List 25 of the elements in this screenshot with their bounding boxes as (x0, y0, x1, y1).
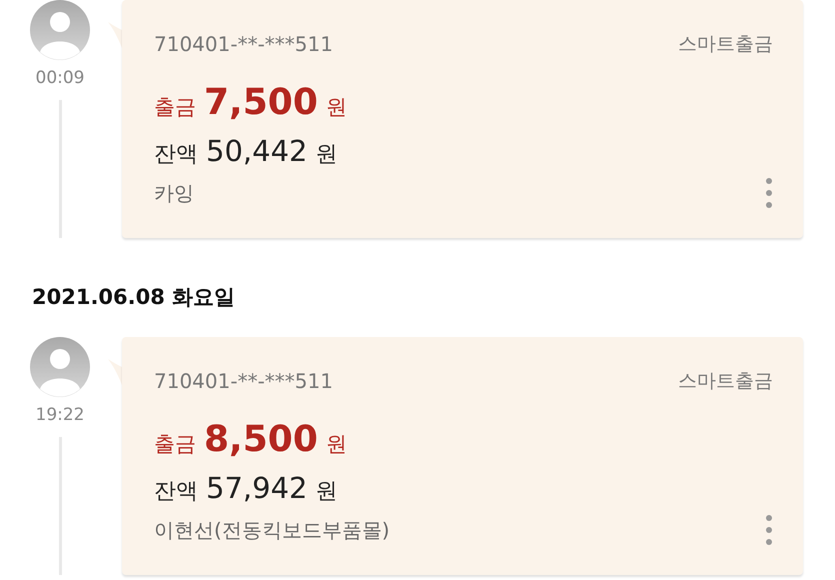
balance-amount: 57,942 (206, 470, 308, 507)
transaction-time: 19:22 (36, 404, 84, 427)
transaction-amount: 7,500 (204, 81, 318, 125)
more-icon[interactable] (765, 177, 773, 209)
transaction-memo: 이현선(전동킥보드부품몰) (154, 517, 390, 544)
balance-amount: 50,442 (206, 133, 308, 170)
transaction-method: 스마트출금 (678, 369, 773, 394)
transaction-type: 출금 (154, 431, 196, 458)
transaction-method: 스마트출금 (678, 32, 773, 57)
currency-unit: 원 (326, 431, 347, 458)
transaction-amount: 8,500 (204, 418, 318, 462)
currency-unit: 원 (315, 141, 338, 169)
account-number: 710401-**-***511 (154, 368, 333, 395)
avatar-icon (30, 337, 90, 397)
currency-unit: 원 (315, 478, 338, 506)
date-heading: 2021.06.08 화요일 (32, 285, 236, 309)
transaction-time: 00:09 (36, 67, 84, 90)
more-icon[interactable] (765, 514, 773, 546)
currency-unit: 원 (326, 94, 347, 121)
avatar-icon (30, 0, 90, 60)
balance-label: 잔액 (154, 478, 198, 506)
balance-label: 잔액 (154, 141, 198, 169)
transaction-memo: 카잉 (154, 180, 194, 207)
transaction-type: 출금 (154, 94, 196, 121)
account-number: 710401-**-***511 (154, 31, 333, 58)
